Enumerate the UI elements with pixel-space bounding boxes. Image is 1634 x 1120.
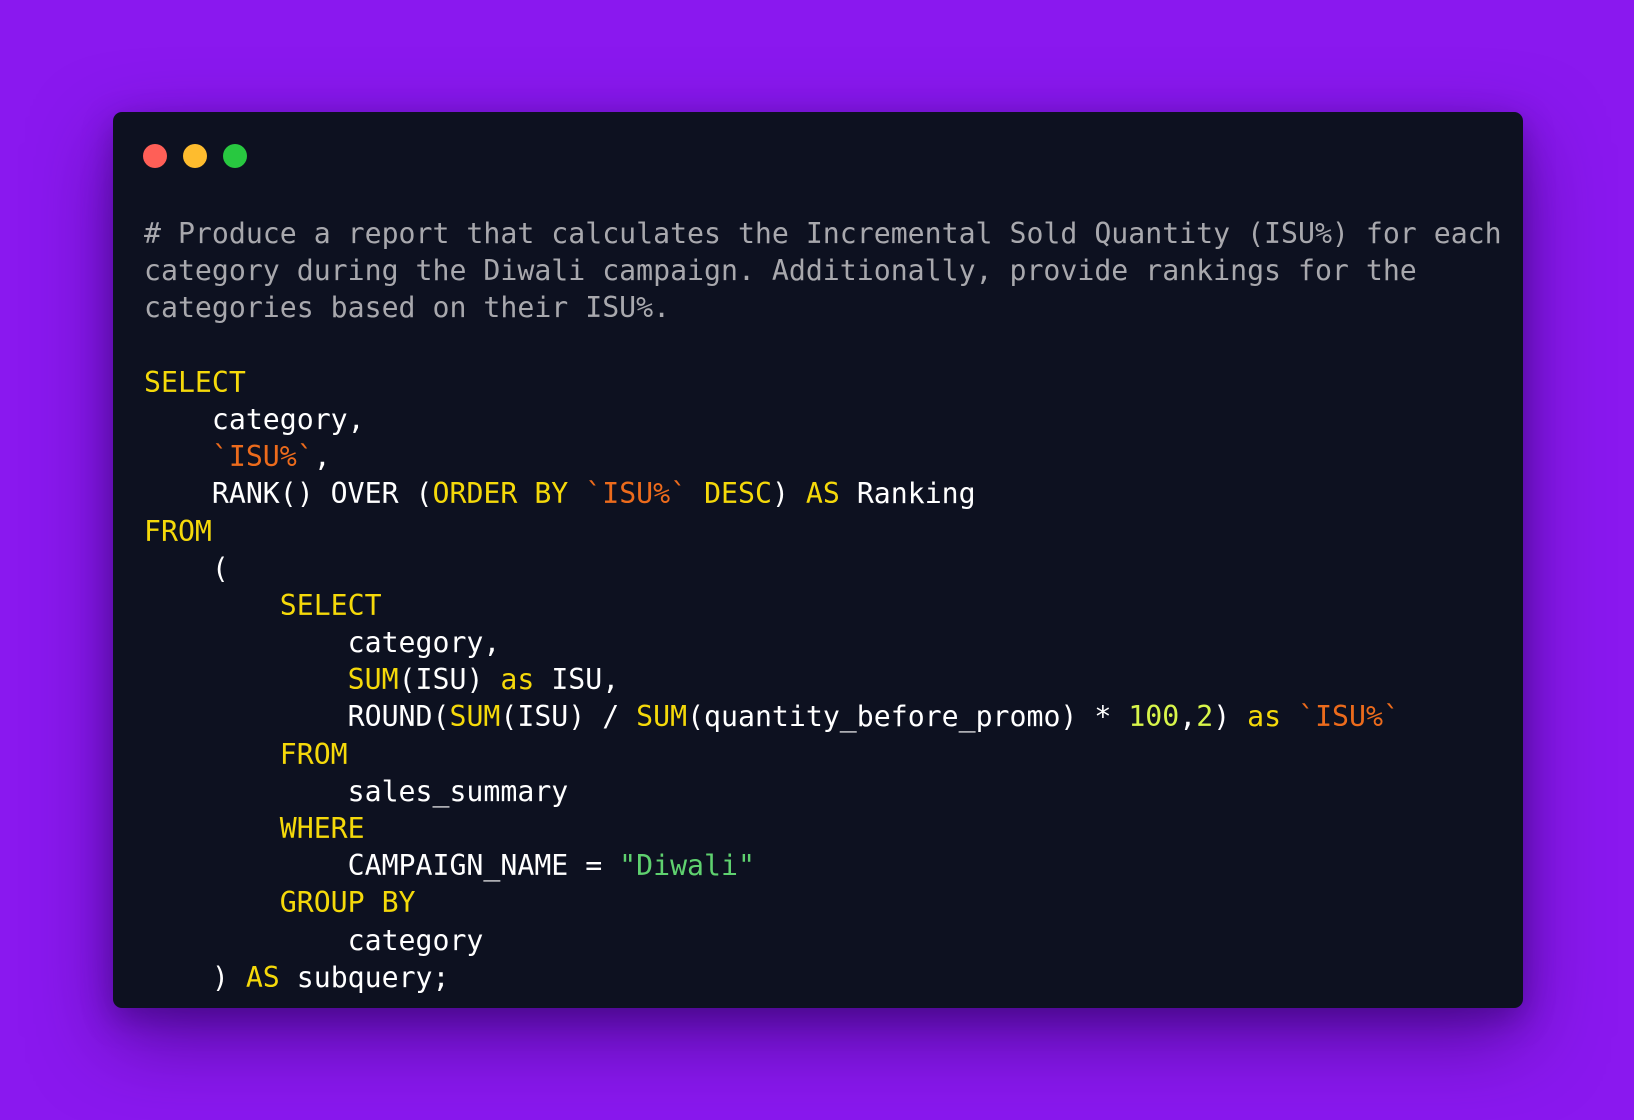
- code-token: SUM: [144, 663, 399, 697]
- sql-code-lines: SELECT category, `ISU%`, RANK() OVER (OR…: [144, 364, 1503, 996]
- code-token: ): [144, 960, 246, 994]
- code-token: ,: [313, 440, 331, 474]
- code-line: FROM: [144, 513, 1503, 550]
- code-token: `ISU%`: [1298, 700, 1400, 734]
- code-token: ): [1213, 700, 1248, 734]
- comment-line: # Produce a report that calculates the I…: [144, 217, 1502, 250]
- minimize-dot-icon[interactable]: [183, 144, 207, 168]
- code-token: category,: [144, 402, 365, 436]
- code-token: ): [771, 477, 806, 511]
- code-token: FROM: [144, 514, 212, 548]
- code-line: `ISU%`,: [144, 438, 1503, 475]
- code-token: Ranking: [839, 477, 976, 511]
- code-token: FROM: [144, 737, 348, 771]
- code-token: `ISU%`: [585, 477, 688, 511]
- code-line: sales_summary: [144, 773, 1503, 810]
- code-line: GROUP BY: [144, 884, 1503, 921]
- code-token: AS: [245, 960, 280, 994]
- code-line: RANK() OVER (ORDER BY `ISU%` DESC) AS Ra…: [144, 475, 1503, 512]
- code-line: ) AS subquery;: [144, 959, 1503, 996]
- code-line: CAMPAIGN_NAME = "Diwali": [144, 847, 1503, 884]
- code-token: 100: [1128, 700, 1180, 734]
- code-token: SUM: [636, 700, 688, 734]
- code-token: (ISU) /: [500, 700, 637, 734]
- code-block: # Produce a report that calculates the I…: [144, 215, 1503, 996]
- code-window: # Produce a report that calculates the I…: [113, 112, 1523, 1008]
- comment-line: category during the Diwali campaign. Add…: [144, 254, 1417, 288]
- code-token: subquery;: [279, 960, 450, 994]
- code-token: WHERE: [144, 812, 365, 845]
- code-token: `ISU%`: [144, 440, 314, 474]
- maximize-dot-icon[interactable]: [223, 144, 247, 168]
- comment-line: categories based on their ISU%.: [144, 291, 671, 325]
- code-line: (: [144, 550, 1503, 587]
- code-token: CAMPAIGN_NAME =: [144, 849, 620, 883]
- code-token: GROUP BY: [144, 886, 416, 920]
- code-token: category: [144, 923, 484, 957]
- code-line: SELECT: [144, 587, 1503, 624]
- code-token: ,: [1179, 700, 1197, 734]
- code-token: as: [500, 663, 535, 697]
- code-token: AS: [805, 477, 840, 511]
- code-token: 2: [1196, 700, 1214, 734]
- code-token: SELECT: [144, 588, 382, 622]
- code-token: DESC: [704, 477, 772, 511]
- code-line: SELECT: [144, 364, 1503, 401]
- code-token: category,: [144, 626, 501, 660]
- code-token: SELECT: [144, 365, 246, 399]
- code-line: category,: [144, 624, 1503, 661]
- code-line: WHERE: [144, 810, 1503, 847]
- code-token: "Diwali": [619, 849, 755, 883]
- code-token: ISU,: [534, 663, 620, 697]
- close-dot-icon[interactable]: [143, 144, 167, 168]
- code-token: ROUND(: [144, 700, 450, 734]
- code-line: FROM: [144, 736, 1503, 773]
- code-token: sales_summary: [144, 774, 569, 808]
- code-line: category: [144, 922, 1503, 959]
- code-line: SUM(ISU) as ISU,: [144, 661, 1503, 698]
- code-token: SUM: [449, 700, 501, 734]
- code-token: as: [1247, 700, 1282, 734]
- code-token: (quantity_before_promo) *: [687, 700, 1129, 734]
- code-line: ROUND(SUM(ISU) / SUM(quantity_before_pro…: [144, 698, 1503, 735]
- code-token: (ISU): [398, 663, 501, 697]
- code-line: category,: [144, 401, 1503, 438]
- code-token: (: [144, 551, 229, 585]
- code-token: RANK() OVER (: [144, 477, 433, 511]
- code-token: ORDER BY: [432, 477, 569, 511]
